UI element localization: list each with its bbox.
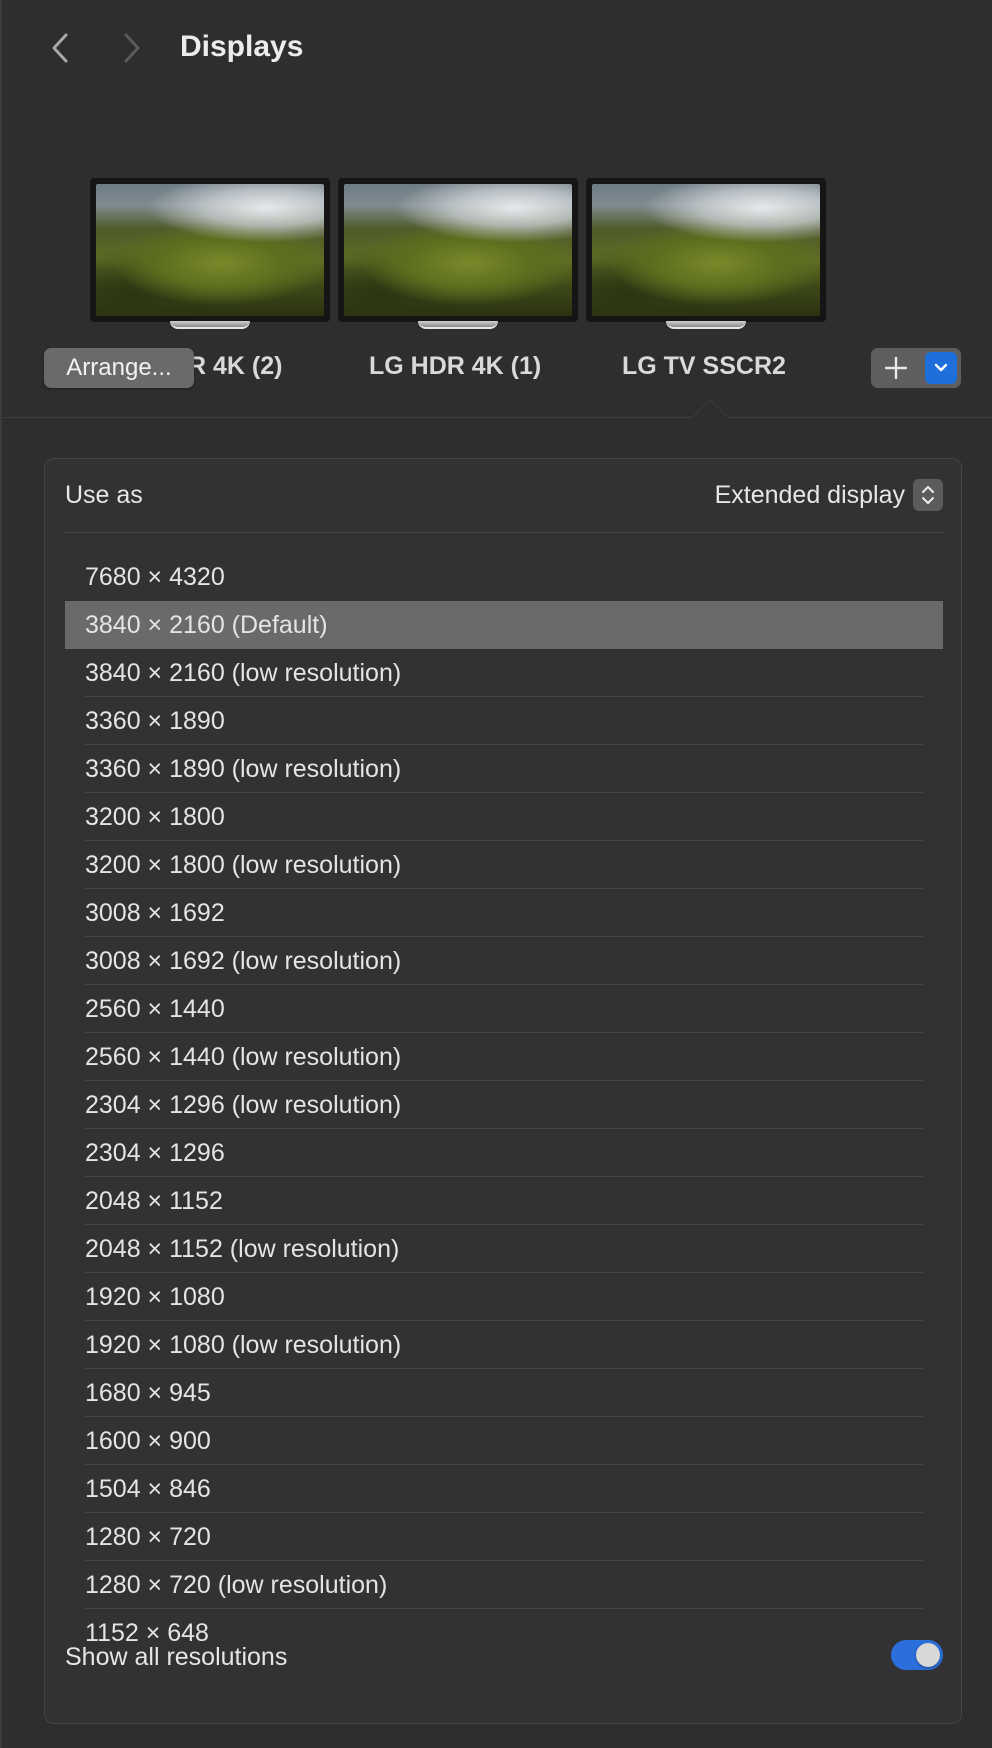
display-stand [418, 321, 498, 329]
display-arrangement-strip: R 4K (2) LG HDR 4K (1) LG TV SSCR2 Arran… [2, 100, 992, 418]
resolution-option[interactable]: 3008 × 1692 [65, 889, 943, 937]
resolution-option[interactable]: 1680 × 945 [65, 1369, 943, 1417]
chevron-left-icon [52, 33, 68, 63]
wallpaper-image [344, 184, 572, 316]
resolution-option[interactable]: 1280 × 720 [65, 1513, 943, 1561]
use-as-label: Use as [65, 481, 143, 509]
display-stand [170, 321, 250, 329]
add-display-button[interactable] [881, 353, 911, 383]
resolution-option[interactable]: 2048 × 1152 (low resolution) [65, 1225, 943, 1273]
resolution-option[interactable]: 1504 × 846 [65, 1465, 943, 1513]
resolution-option[interactable]: 2304 × 1296 (low resolution) [65, 1081, 943, 1129]
resolution-option[interactable]: 2560 × 1440 [65, 985, 943, 1033]
show-all-resolutions-toggle[interactable] [891, 1640, 943, 1670]
resolution-option[interactable]: 7680 × 4320 [65, 553, 943, 601]
forward-button[interactable] [114, 28, 150, 68]
resolution-option[interactable]: 3840 × 2160 (low resolution) [65, 649, 943, 697]
plus-icon [884, 356, 908, 380]
resolution-option[interactable]: 3840 × 2160 (Default) [65, 601, 943, 649]
display-thumbnail-2[interactable] [338, 178, 578, 329]
resolution-option[interactable]: 2304 × 1296 [65, 1129, 943, 1177]
display-frame [586, 178, 826, 322]
wallpaper-image [592, 184, 820, 316]
toggle-knob [916, 1643, 940, 1667]
back-button[interactable] [42, 28, 78, 68]
resolution-option[interactable]: 2560 × 1440 (low resolution) [65, 1033, 943, 1081]
add-display-dropdown[interactable] [925, 352, 957, 384]
use-as-value: Extended display [714, 480, 905, 509]
show-all-resolutions-row: Show all resolutions [65, 1625, 943, 1685]
displays-settings-window: Displays R 4K (2) LG HDR 4K (1) LG TV SS… [0, 0, 992, 1748]
display-name-3[interactable]: LG TV SSCR2 [622, 352, 786, 381]
up-down-chevron-icon [913, 479, 943, 511]
selection-pointer [692, 400, 728, 418]
add-display-control [871, 348, 961, 388]
wallpaper-image [96, 184, 324, 316]
display-name-1[interactable]: R 4K (2) [188, 352, 282, 381]
resolution-option[interactable]: 3200 × 1800 [65, 793, 943, 841]
resolution-list: 7680 × 4320 3840 × 2160 (Default) 3840 × 2… [65, 553, 943, 1657]
resolution-option[interactable]: 1920 × 1080 (low resolution) [65, 1321, 943, 1369]
display-thumbnail-3[interactable] [586, 178, 826, 329]
resolution-option[interactable]: 1280 × 720 (low resolution) [65, 1561, 943, 1609]
chevron-down-icon [934, 363, 948, 372]
resolution-option[interactable]: 2048 × 1152 [65, 1177, 943, 1225]
use-as-popup[interactable]: Extended display [715, 477, 943, 513]
display-name-2[interactable]: LG HDR 4K (1) [369, 352, 541, 381]
display-settings-panel: Use as Extended display 7680 × 4320 3840 … [44, 458, 962, 1724]
resolution-option[interactable]: 1600 × 900 [65, 1417, 943, 1465]
display-frame [338, 178, 578, 322]
arrange-button[interactable]: Arrange... [44, 348, 194, 388]
use-as-row: Use as Extended display [65, 459, 943, 533]
chevron-right-icon [124, 33, 140, 63]
resolution-option[interactable]: 3360 × 1890 (low resolution) [65, 745, 943, 793]
resolution-option[interactable]: 3200 × 1800 (low resolution) [65, 841, 943, 889]
display-frame [90, 178, 330, 322]
resolution-option[interactable]: 1920 × 1080 [65, 1273, 943, 1321]
show-all-resolutions-label: Show all resolutions [65, 1643, 288, 1671]
display-stand [666, 321, 746, 329]
resolution-option[interactable]: 3008 × 1692 (low resolution) [65, 937, 943, 985]
header: Displays [2, 0, 992, 100]
display-thumbnail-1[interactable] [90, 178, 330, 329]
page-title: Displays [180, 30, 304, 63]
resolution-option[interactable]: 3360 × 1890 [65, 697, 943, 745]
